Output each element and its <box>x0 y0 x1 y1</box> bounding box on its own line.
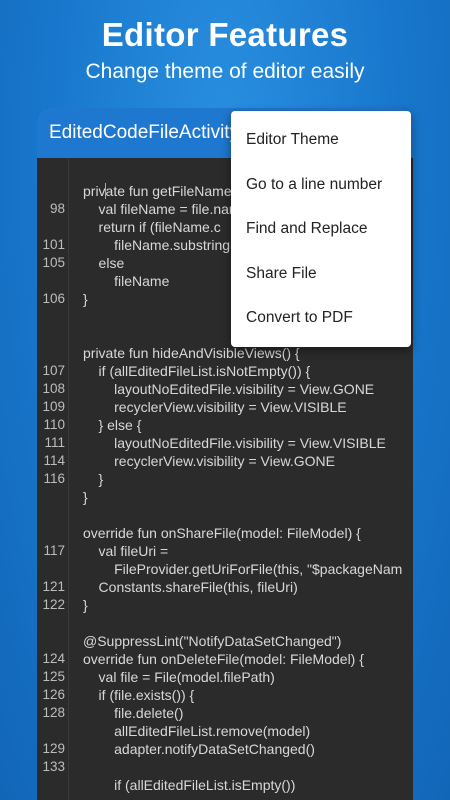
code-line: 122} <box>37 596 413 614</box>
code-line: FileProvider.getUriForFile(this, "$packa… <box>37 560 413 578</box>
code-text: } else { <box>83 417 142 433</box>
code-text: file.delete() <box>83 705 184 721</box>
code-text: val file = File(model.filePath) <box>83 669 275 685</box>
code-line: } <box>37 488 413 506</box>
code-text: private fun getFileName <box>83 183 232 199</box>
code-text: if (allEditedFileList.isEmpty()) <box>83 777 296 793</box>
code-line: override fun onShareFile(model: FileMode… <box>37 524 413 542</box>
code-text: } <box>83 489 88 505</box>
code-text: layoutNoEditedFile.visibility = View.VIS… <box>83 435 386 451</box>
line-number: 116 <box>43 471 65 486</box>
promo-title: Editor Features <box>101 16 349 53</box>
line-number: 108 <box>42 381 65 396</box>
line-number: 98 <box>49 201 65 216</box>
line-number: 117 <box>43 543 65 558</box>
code-line: 116 } <box>37 470 413 488</box>
overflow-menu: Editor Theme Go to a line number Find an… <box>231 111 411 347</box>
line-number: 126 <box>42 687 65 702</box>
code-text: val fileUri = <box>83 543 169 559</box>
code-line: allEditedFileList.remove(model) <box>37 722 413 740</box>
line-number: 105 <box>42 255 65 270</box>
code-text: if (file.exists()) { <box>83 687 195 703</box>
code-text: else <box>83 255 125 271</box>
line-number: 124 <box>42 651 65 666</box>
line-number: 106 <box>42 291 65 306</box>
code-text: layoutNoEditedFile.visibility = View.GON… <box>83 381 375 397</box>
menu-item-convert-pdf[interactable]: Convert to PDF <box>231 296 411 341</box>
line-number: 122 <box>42 597 65 612</box>
code-line: 125 val file = File(model.filePath) <box>37 668 413 686</box>
code-line: 111 layoutNoEditedFile.visibility = View… <box>37 434 413 452</box>
code-line: 117 val fileUri = <box>37 542 413 560</box>
menu-item-find-replace[interactable]: Find and Replace <box>231 207 411 252</box>
code-line: 108 layoutNoEditedFile.visibility = View… <box>37 380 413 398</box>
line-number: 121 <box>42 579 65 594</box>
menu-item-go-to-line[interactable]: Go to a line number <box>231 163 411 208</box>
code-line: 124 override fun onDeleteFile(model: File… <box>37 650 413 668</box>
code-line: 128 file.delete() <box>37 704 413 722</box>
code-text: val fileName = file.name <box>83 201 249 217</box>
code-line: 109 recyclerView.visibility = View.VISIB… <box>37 398 413 416</box>
code-line: 121 Constants.shareFile(this, fileUri) <box>37 578 413 596</box>
promo-subtitle: Change theme of editor easily <box>85 60 365 83</box>
line-number: 107 <box>42 363 65 378</box>
line-number: 128 <box>42 705 65 720</box>
code-text: override fun onShareFile(model: FileMode… <box>83 525 361 541</box>
menu-item-editor-theme[interactable]: Editor Theme <box>231 118 411 163</box>
code-line: if (allEditedFileList.isEmpty()) <box>37 776 413 794</box>
code-text: @SuppressLint("NotifyDataSetChanged") <box>83 633 342 649</box>
line-number: 111 <box>44 435 65 450</box>
code-line: 126 if (file.exists()) { <box>37 686 413 704</box>
code-text: recyclerView.visibility = View.VISIBLE <box>83 399 347 415</box>
line-number: 129 <box>42 741 65 756</box>
code-text: } <box>83 471 104 487</box>
code-text: override fun onDeleteFile(model: FileMod… <box>83 651 364 667</box>
code-line: 107 if (allEditedFileList.isNotEmpty()) … <box>37 362 413 380</box>
code-text: recyclerView.visibility = View.GONE <box>83 453 335 469</box>
code-text: allEditedFileList.remove(model) <box>83 723 311 739</box>
code-line: @SuppressLint("NotifyDataSetChanged") <box>37 632 413 650</box>
app-bar-title: EditedCodeFileActivity <box>49 122 240 143</box>
code-line: 129 adapter.notifyDataSetChanged() <box>37 740 413 758</box>
line-number: 133 <box>42 759 65 774</box>
line-number: 125 <box>42 669 65 684</box>
code-line: 114 recyclerView.visibility = View.GONE <box>37 452 413 470</box>
code-text: FileProvider.getUriForFile(this, "$packa… <box>83 561 403 577</box>
code-text: Constants.shareFile(this, fileUri) <box>83 579 298 595</box>
menu-item-share-file[interactable]: Share File <box>231 252 411 297</box>
line-number: 101 <box>42 237 65 252</box>
line-number: 109 <box>42 399 65 414</box>
line-number: 110 <box>43 417 65 432</box>
code-text: return if (fileName.c <box>83 219 221 235</box>
line-number: 114 <box>43 453 65 468</box>
code-text: if (allEditedFileList.isNotEmpty()) { <box>83 363 311 379</box>
code-line: 110 } else { <box>37 416 413 434</box>
code-text: } <box>83 597 88 613</box>
code-text: } <box>83 291 88 307</box>
code-text: fileName <box>83 273 170 289</box>
code-line: 133 <box>37 758 413 776</box>
code-text: fileName.substring( <box>83 237 235 253</box>
code-text: adapter.notifyDataSetChanged() <box>83 741 315 757</box>
